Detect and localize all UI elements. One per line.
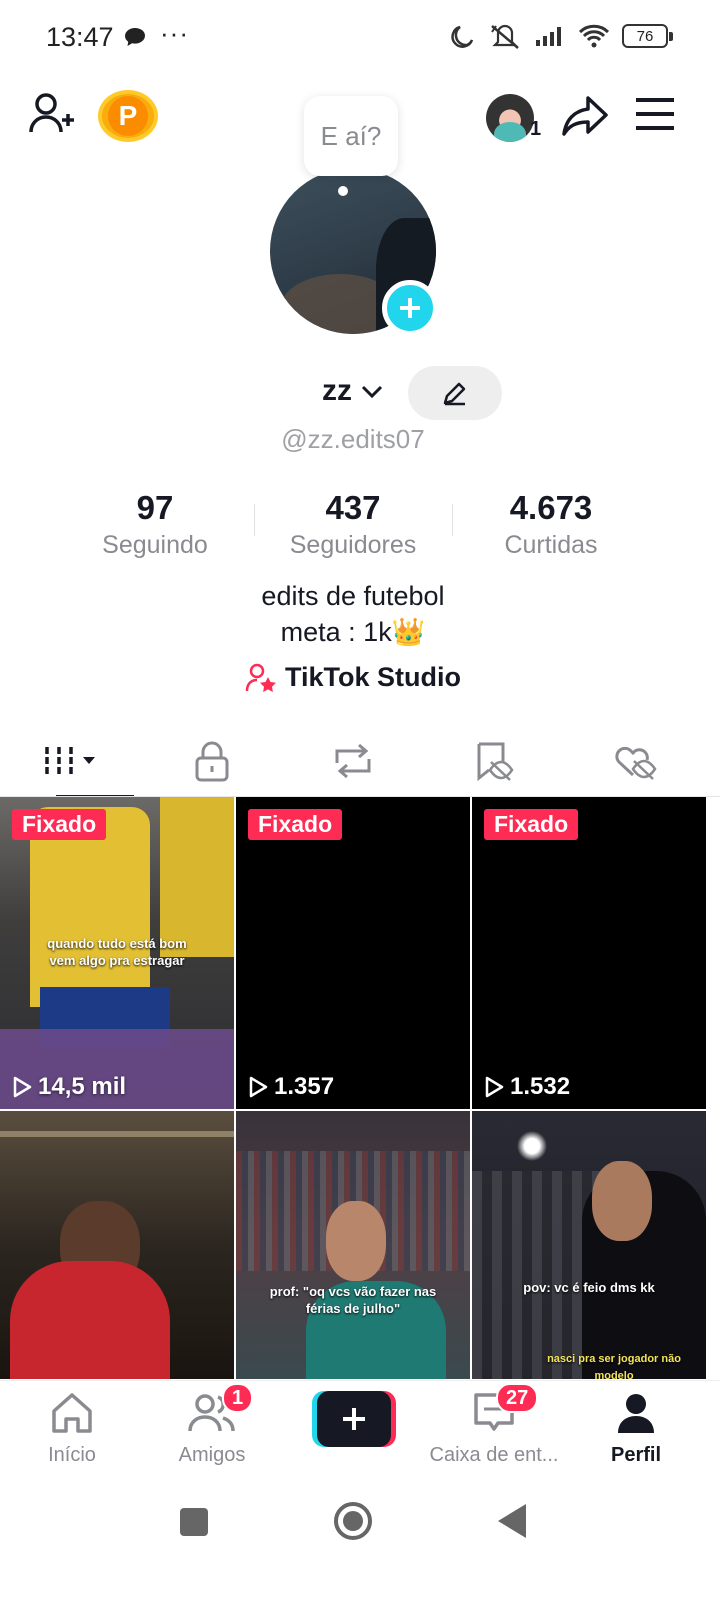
video-tile[interactable]: prof: "oq vcs vão fazer nas férias de jul… — [236, 1111, 470, 1379]
stat-likes[interactable]: 4.673 Curtidas — [453, 488, 650, 562]
account-switch-avatar[interactable] — [486, 94, 534, 142]
profile-tabs — [0, 728, 706, 798]
bottom-nav: Início Amigos 1 Caixa de ent... 27 Perfi… — [0, 1380, 720, 1480]
tab-favorites[interactable] — [423, 728, 564, 794]
message-icon — [124, 27, 146, 52]
nav-friends[interactable]: Amigos 1 — [142, 1383, 282, 1467]
lock-icon — [195, 741, 228, 782]
profile-stats: 97 Seguindo 437 Seguidores 4.673 Curtida… — [0, 488, 706, 562]
video-caption: prof: "oq vcs vão fazer nas férias de jul… — [269, 1284, 437, 1316]
pinned-badge: Fixado — [12, 809, 107, 840]
username-row: zz — [0, 362, 720, 422]
account-count: 1 — [530, 118, 542, 140]
recents-icon[interactable] — [180, 1508, 208, 1536]
bubble-dot — [338, 186, 348, 196]
view-count: 1.532 — [484, 1073, 570, 1101]
stat-value: 437 — [325, 489, 381, 526]
moon-icon — [451, 25, 474, 48]
menu-icon[interactable] — [634, 96, 676, 132]
pencil-icon — [443, 382, 466, 406]
pinned-badge: Fixado — [484, 809, 579, 840]
bookmark-hidden-icon — [477, 742, 514, 782]
coin-letter: P — [108, 96, 148, 136]
view-count-value: 14,5 mil — [38, 1073, 127, 1100]
creator-star-icon — [245, 663, 276, 692]
video-caption: quando tudo está bom vem algo pra estraga… — [47, 936, 187, 968]
tab-reposts[interactable] — [282, 728, 423, 794]
user-handle: @zz.edits07 — [281, 424, 425, 454]
share-icon[interactable] — [560, 92, 610, 140]
video-tile[interactable]: Fixado 1.532 — [472, 797, 706, 1109]
stat-value: 97 — [136, 489, 174, 526]
back-icon[interactable] — [498, 1504, 526, 1538]
plus-icon — [343, 1408, 365, 1430]
nav-profile-label: Perfil — [610, 1444, 662, 1466]
play-icon — [485, 1076, 504, 1098]
pinned-badge: Fixado — [248, 809, 343, 840]
stat-value: 4.673 — [509, 489, 593, 526]
tab-videos[interactable] — [0, 728, 141, 798]
studio-label: TikTok Studio — [284, 662, 461, 692]
video-tile[interactable]: Fixado 1.357 — [236, 797, 470, 1109]
home-circle-icon[interactable] — [334, 1502, 372, 1540]
mute-icon — [491, 24, 519, 49]
profile-icon — [618, 1394, 654, 1433]
nav-friends-label: Amigos — [178, 1444, 246, 1466]
heart-hidden-icon — [614, 746, 657, 780]
status-time: 13:47 — [46, 22, 114, 52]
tiktok-studio-link[interactable]: TikTok Studio — [0, 662, 706, 693]
video-tile[interactable] — [0, 1111, 234, 1379]
system-nav — [0, 1480, 720, 1600]
status-bubble[interactable]: E aí? — [304, 96, 398, 176]
view-count-value: 1.532 — [510, 1073, 571, 1100]
status-bar: 13:47 ··· 76 — [0, 0, 720, 78]
stat-label: Seguidores — [289, 531, 417, 559]
bio-line: meta : 1k👑 — [280, 617, 426, 647]
view-count-value: 1.357 — [274, 1073, 335, 1100]
battery-icon: 76 — [622, 24, 673, 48]
repost-icon — [335, 743, 370, 779]
status-more-icon: ··· — [160, 18, 189, 48]
play-icon — [13, 1076, 32, 1098]
add-story-plus-icon[interactable] — [382, 280, 438, 336]
chevron-down-icon[interactable] — [360, 380, 384, 404]
video-caption-secondary: nasci pra ser jogador não modelo — [547, 1353, 681, 1379]
nav-home[interactable]: Início — [2, 1391, 142, 1467]
wifi-icon — [578, 24, 610, 48]
stat-label: Curtidas — [504, 531, 598, 559]
tab-private[interactable] — [141, 728, 282, 794]
tab-liked[interactable] — [564, 728, 705, 794]
nav-profile[interactable]: Perfil — [566, 1391, 706, 1467]
signal-icon — [536, 27, 561, 46]
stat-followers[interactable]: 437 Seguidores — [255, 488, 452, 562]
video-caption: pov: vc é feio dms kk — [523, 1280, 655, 1295]
username[interactable]: zz — [322, 374, 352, 408]
video-grid: quando tudo está bom vem algo pra estraga… — [0, 797, 706, 1379]
view-count: 1.357 — [248, 1073, 334, 1101]
nav-inbox-label: Caixa de ent... — [429, 1444, 559, 1466]
home-icon — [52, 1393, 92, 1433]
stat-following[interactable]: 97 Seguindo — [57, 488, 254, 562]
add-friend-icon[interactable] — [28, 90, 76, 138]
bio: edits de futebol meta : 1k👑 — [0, 578, 706, 650]
edit-profile-button[interactable] — [408, 366, 502, 420]
inbox-badge: 27 — [496, 1383, 539, 1413]
bio-line: edits de futebol — [261, 581, 445, 611]
view-count: 14,5 mil — [12, 1073, 126, 1101]
coins-button[interactable]: P — [98, 90, 158, 142]
play-icon — [249, 1076, 268, 1098]
friends-badge: 1 — [222, 1383, 254, 1413]
nav-home-label: Início — [48, 1444, 96, 1466]
video-tile[interactable]: pov: vc é feio dms kk nasci pra ser joga… — [472, 1111, 706, 1379]
nav-inbox[interactable]: Caixa de ent... 27 — [424, 1383, 564, 1467]
video-tile[interactable]: quando tudo está bom vem algo pra estraga… — [0, 797, 234, 1109]
create-button[interactable] — [312, 1391, 396, 1447]
stat-label: Seguindo — [102, 531, 208, 559]
grid-dropdown-icon — [44, 747, 95, 775]
